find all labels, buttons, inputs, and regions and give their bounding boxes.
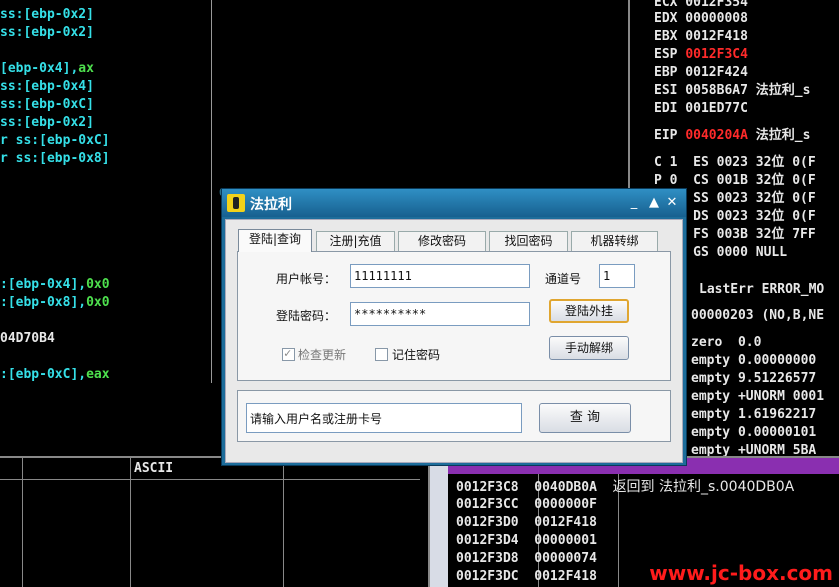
last-error: LastErr ERROR_MO bbox=[699, 282, 825, 297]
fpu-line: empty 9.51226577 bbox=[691, 371, 817, 386]
disasm-line: ss:[ebp-0x2] bbox=[0, 25, 94, 40]
fpu-line: empty +UNORM 0001 bbox=[691, 389, 825, 404]
stack-address: 0012F3D8 bbox=[456, 551, 519, 566]
stack-address: 0012F3CC bbox=[456, 497, 519, 512]
fpu-line: empty 0.00000000 bbox=[691, 353, 817, 368]
password-input[interactable]: ********** bbox=[350, 302, 530, 326]
manual-unbind-button[interactable]: 手动解绑 bbox=[549, 336, 629, 360]
stack-row[interactable]: 0012F3CC 0000000F bbox=[456, 496, 597, 514]
stack-address: 0012F3C8 bbox=[456, 480, 519, 495]
register-value: 0012F3C4 bbox=[685, 47, 748, 62]
account-label: 用户帐号： bbox=[276, 272, 337, 286]
stack-value: 0012F418 bbox=[534, 515, 597, 530]
tab-machine-rebind[interactable]: 机器转绑 bbox=[571, 231, 658, 251]
stack-row[interactable]: 0012F3DC 0012F418 bbox=[456, 568, 597, 586]
minimize-icon[interactable]: _ bbox=[626, 195, 642, 211]
ascii-column-header: ASCII bbox=[134, 461, 174, 476]
tab-change-password[interactable]: 修改密码 bbox=[398, 231, 486, 251]
tab-login-query[interactable]: 登陆|查询 bbox=[238, 229, 312, 252]
stack-value: 00000001 bbox=[534, 533, 597, 548]
disasm-line: 04D70B4 bbox=[0, 331, 55, 346]
register-name: ESP bbox=[654, 47, 678, 62]
register-edi: EDI 001ED77C bbox=[654, 101, 748, 116]
remember-password-label: 记住密码 bbox=[392, 348, 441, 362]
check-update-checkbox[interactable] bbox=[282, 346, 295, 361]
login-button[interactable]: 登陆外挂 bbox=[549, 299, 629, 323]
stack-address: 0012F3D0 bbox=[456, 515, 519, 530]
dialog-titlebar[interactable]: 法拉利 _ ▲ ✕ bbox=[222, 189, 686, 217]
stack-value: 0040DB0A bbox=[534, 480, 597, 495]
dialog-client: 登陆|查询 注册|充值 修改密码 找回密码 机器转绑 用户帐号： 1111111… bbox=[225, 219, 683, 463]
watermark: www.jc-box.com bbox=[649, 561, 833, 585]
login-dialog[interactable]: 法拉利 _ ▲ ✕ 登陆|查询 注册|充值 修改密码 找回密码 机器转绑 用户帐… bbox=[221, 188, 687, 466]
register-name: EIP bbox=[654, 128, 678, 143]
disasm-line: :[ebp-0xC],eax bbox=[0, 366, 110, 383]
stack-comment: 返回到 法拉利_s.0040DB0A bbox=[612, 479, 795, 495]
disasm-operand: ax bbox=[78, 61, 94, 76]
register-eip: EIP 0040204A 法拉利_s bbox=[654, 127, 810, 145]
stack-row[interactable]: 0012F3D8 00000074 bbox=[456, 550, 597, 568]
stack-value: 0012F418 bbox=[534, 569, 597, 584]
channel-input[interactable]: 1 bbox=[599, 264, 635, 288]
stack-scrollbar[interactable] bbox=[430, 458, 448, 587]
login-panel: 用户帐号： 11111111 通道号 1 登陆密码： ********** 登陆… bbox=[237, 251, 671, 381]
fpu-line: zero 0.0 bbox=[691, 335, 762, 350]
stack-pane[interactable]: 0012F3C8 0040DB0A 返回到 法拉利_s.0040DB0A 001… bbox=[428, 456, 839, 587]
register-esp: ESP 0012F3C4 bbox=[654, 46, 748, 64]
disasm-operand: :[ebp-0x8], bbox=[0, 295, 87, 310]
stack-value: 00000074 bbox=[534, 551, 597, 566]
disasm-operand: 0x0 bbox=[86, 295, 110, 310]
query-panel: 请输入用户名或注册卡号 查 询 bbox=[237, 390, 671, 442]
register-value: 0040204A bbox=[685, 128, 748, 143]
flag-line: C 1 ES 0023 32位 0(F bbox=[654, 155, 816, 170]
maximize-icon[interactable]: ▲ bbox=[646, 195, 662, 211]
disasm-line: [ebp-0x4],ax bbox=[0, 60, 94, 78]
disasm-line: :[ebp-0x4],0x0 bbox=[0, 276, 110, 294]
disasm-operand: eax bbox=[86, 367, 110, 382]
channel-label: 通道号 bbox=[545, 272, 582, 286]
hex-dump-pane[interactable]: ASCII bbox=[0, 456, 420, 587]
stack-address: 0012F3D4 bbox=[456, 533, 519, 548]
horse-logo-icon bbox=[227, 194, 245, 212]
stack-row[interactable]: 0012F3D4 00000001 bbox=[456, 532, 597, 550]
stack-address: 0012F3DC bbox=[456, 569, 519, 584]
disasm-line: r ss:[ebp-0x8] bbox=[0, 151, 110, 166]
tab-register-recharge[interactable]: 注册|充值 bbox=[316, 231, 395, 251]
disasm-line: r ss:[ebp-0xC] bbox=[0, 133, 110, 148]
query-button[interactable]: 查 询 bbox=[539, 403, 631, 433]
stack-row[interactable]: 0012F3D0 0012F418 bbox=[456, 514, 597, 532]
disasm-line: ss:[ebp-0x2] bbox=[0, 7, 94, 22]
tab-recover-password[interactable]: 找回密码 bbox=[489, 231, 568, 251]
account-input[interactable]: 11111111 bbox=[350, 264, 530, 288]
fpu-line: empty 1.61962217 bbox=[691, 407, 817, 422]
fpu-line: empty +UNORM 5BA bbox=[691, 443, 817, 456]
register-esi: ESI 0058B6A7 法拉利_s bbox=[654, 83, 811, 98]
disasm-line: ss:[ebp-0x4] bbox=[0, 79, 94, 94]
disasm-line: ss:[ebp-0xC] bbox=[0, 97, 94, 112]
column-divider bbox=[283, 458, 284, 587]
efl-line: 00000203 (NO,B,NE bbox=[691, 308, 825, 323]
fpu-line: empty 0.00000101 bbox=[691, 425, 817, 440]
stack-row[interactable]: 0012F3C8 0040DB0A 返回到 法拉利_s.0040DB0A bbox=[456, 478, 794, 497]
column-divider bbox=[130, 458, 131, 587]
close-icon[interactable]: ✕ bbox=[664, 195, 680, 211]
disasm-line: ss:[ebp-0x2] bbox=[0, 115, 94, 130]
register-symbol: 法拉利_s bbox=[747, 128, 811, 143]
disasm-operand: :[ebp-0x4], bbox=[0, 277, 87, 292]
register-ebx: EBX 0012F418 bbox=[654, 29, 748, 44]
password-label: 登陆密码： bbox=[276, 309, 337, 323]
disasm-operand: 0x0 bbox=[86, 277, 110, 292]
register-edx: EDX 00000008 bbox=[654, 11, 748, 26]
disasm-operand: :[ebp-0xC], bbox=[0, 367, 87, 382]
disasm-line: :[ebp-0x8],0x0 bbox=[0, 294, 110, 312]
remember-password-checkbox[interactable] bbox=[375, 348, 388, 361]
check-update-label: 检查更新 bbox=[298, 348, 347, 362]
register-ebp: EBP 0012F424 bbox=[654, 65, 748, 80]
stack-value: 0000000F bbox=[534, 497, 597, 512]
query-input[interactable]: 请输入用户名或注册卡号 bbox=[246, 403, 522, 433]
disassembly-pane[interactable]: ss:[ebp-0x2] ss:[ebp-0x2] [ebp-0x4],ax s… bbox=[0, 0, 212, 383]
column-divider bbox=[22, 458, 23, 587]
dialog-title: 法拉利 bbox=[250, 197, 292, 213]
disasm-operand: [ebp-0x4], bbox=[0, 61, 79, 76]
